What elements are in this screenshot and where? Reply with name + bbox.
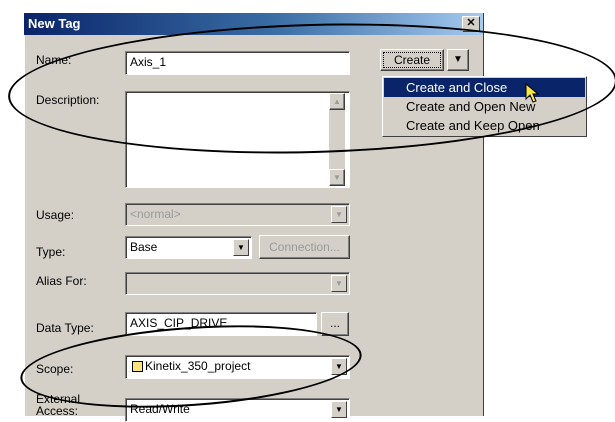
type-label: Type: — [36, 245, 66, 259]
close-icon: ✕ — [466, 17, 476, 29]
alias-select: ▼ — [125, 272, 350, 295]
usage-label: Usage: — [36, 208, 75, 222]
scroll-down-icon[interactable]: ▼ — [329, 169, 345, 186]
alias-label: Alias For: — [36, 274, 87, 288]
connection-button: Connection... — [259, 235, 350, 259]
type-value: Base — [130, 240, 158, 254]
external-arrow-icon[interactable]: ▼ — [331, 401, 347, 418]
usage-select: <normal> ▼ — [125, 203, 350, 226]
usage-arrow-icon: ▼ — [331, 206, 347, 223]
dialog-title: New Tag — [28, 16, 81, 31]
type-arrow-icon[interactable]: ▼ — [233, 239, 249, 256]
type-select[interactable]: Base ▼ — [125, 236, 252, 259]
usage-value: <normal> — [130, 207, 181, 221]
alias-arrow-icon: ▼ — [331, 275, 347, 292]
datatype-label: Data Type: — [36, 321, 94, 335]
